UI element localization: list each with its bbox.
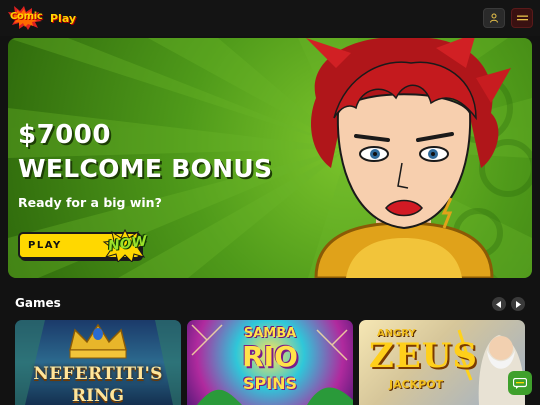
game-title-line2: RIO: [242, 340, 298, 373]
game-title-line2: RING: [71, 386, 125, 405]
play-label: PLAY: [28, 240, 62, 251]
bonus-subtitle: Ready for a big win?: [18, 195, 162, 210]
game-title-line3: SPINS: [242, 374, 298, 393]
game-card-angry-zeus-jackpot[interactable]: ANGRY ZEUS JACKPOT: [359, 320, 525, 405]
logo-word-play: Play: [50, 11, 77, 25]
chevron-right-icon: [516, 300, 521, 308]
games-section-title: Games: [15, 296, 61, 310]
hamburger-menu-icon: [516, 15, 528, 21]
chevron-left-icon: [496, 300, 501, 308]
bonus-title: WELCOME BONUS: [18, 154, 273, 183]
site-header: Comic Play: [0, 0, 540, 36]
comic-heroine-illustration: [306, 38, 511, 278]
game-card-nefertitis-ring[interactable]: NEFERTITI'S RING: [15, 320, 181, 405]
logo-burst-icon: Comic: [8, 6, 50, 30]
games-prev-button[interactable]: [492, 297, 506, 311]
game-title-line3: JACKPOT: [389, 378, 444, 391]
now-burst-badge: NOW: [102, 228, 148, 263]
brand-logo[interactable]: Comic Play: [8, 6, 76, 30]
account-button[interactable]: [483, 8, 505, 28]
live-chat-button[interactable]: [508, 371, 532, 395]
games-next-button[interactable]: [511, 297, 525, 311]
chat-icon: [513, 377, 527, 389]
game-title-line1: SAMBA: [243, 326, 297, 341]
game-title-line2: ZEUS: [369, 336, 478, 376]
game-title-line1: NEFERTITI'S: [33, 364, 163, 384]
user-icon: [490, 13, 498, 23]
welcome-bonus-banner[interactable]: $7000 WELCOME BONUS Ready for a big win?…: [8, 38, 532, 278]
logo-word-comic: Comic: [10, 11, 43, 22]
menu-button[interactable]: [511, 8, 533, 28]
game-card-samba-rio-spins[interactable]: SAMBA RIO SPINS: [187, 320, 353, 405]
bonus-amount: $7000: [18, 120, 111, 150]
play-now-button[interactable]: PLAY NOW: [18, 228, 148, 263]
